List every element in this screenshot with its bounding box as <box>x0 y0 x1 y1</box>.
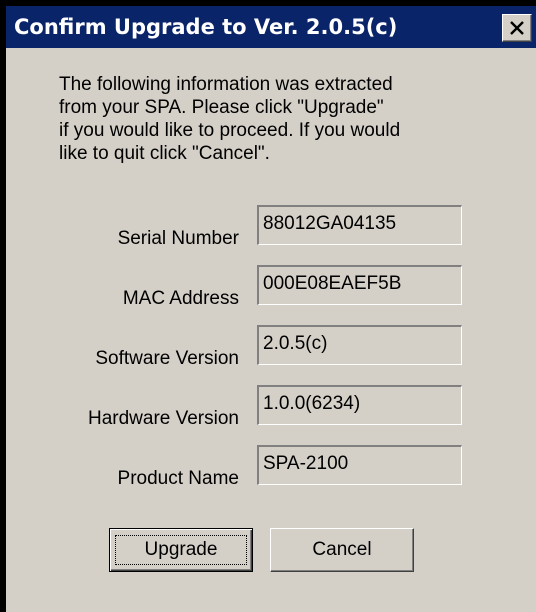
title-bar[interactable]: Confirm Upgrade to Ver. 2.0.5(c) <box>6 6 536 48</box>
serial-number-label: Serial Number <box>117 228 239 249</box>
cancel-button[interactable]: Cancel <box>270 528 414 572</box>
serial-number-field: 88012GA04135 <box>257 205 462 245</box>
software-version-field: 2.0.5(c) <box>257 325 462 365</box>
upgrade-button-label: Upgrade <box>144 539 218 560</box>
cancel-button-label: Cancel <box>312 539 372 560</box>
dialog-title: Confirm Upgrade to Ver. 2.0.5(c) <box>14 15 398 39</box>
product-name-label: Product Name <box>117 468 239 489</box>
mac-address-label: MAC Address <box>122 288 239 309</box>
hardware-version-field: 1.0.0(6234) <box>257 385 462 425</box>
product-name-field: SPA-2100 <box>257 445 462 485</box>
confirm-upgrade-dialog: Confirm Upgrade to Ver. 2.0.5(c) The fol… <box>6 6 536 612</box>
upgrade-button[interactable]: Upgrade <box>109 528 253 572</box>
mac-address-field: 000E08EAEF5B <box>257 265 462 305</box>
hardware-version-label: Hardware Version <box>87 408 239 429</box>
info-message: The following information was extracted … <box>59 74 401 164</box>
software-version-label: Software Version <box>95 348 239 369</box>
close-button[interactable] <box>502 14 532 42</box>
